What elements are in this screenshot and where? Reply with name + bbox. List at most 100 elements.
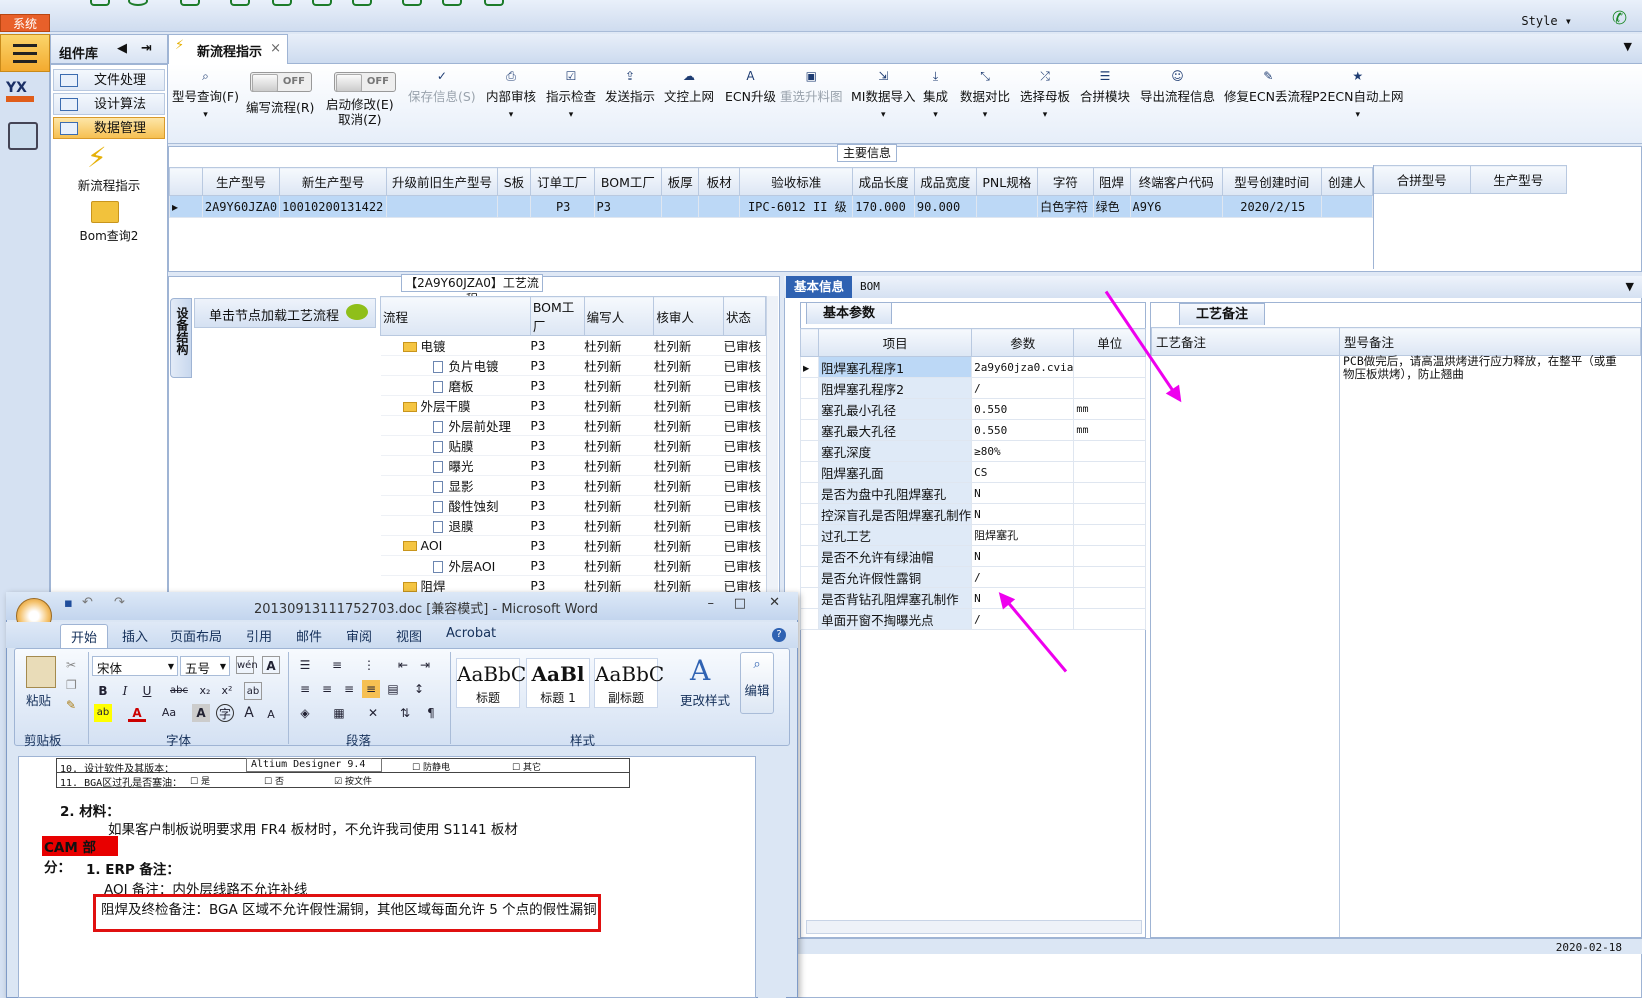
enclose-char-icon[interactable]: 字 — [216, 704, 234, 722]
table-cell[interactable] — [698, 195, 741, 218]
underline-icon[interactable]: U — [138, 682, 156, 700]
merge-module-button[interactable]: ☰ 合拼模块 — [1080, 70, 1130, 105]
table-cell[interactable]: IPC-6012 II 级 — [739, 195, 854, 218]
tree-row[interactable]: 电镀 P3 杜列新 杜列新 已审核 — [380, 335, 766, 356]
table-cell[interactable]: 已审核 — [723, 515, 766, 536]
param-value[interactable]: CS — [971, 461, 1075, 483]
param-name[interactable]: 塞孔深度 — [818, 440, 973, 462]
maximize-icon[interactable]: □ — [734, 596, 746, 611]
bold-icon[interactable]: B — [94, 682, 112, 700]
tree-row[interactable]: AOI P3 杜列新 杜列新 已审核 — [380, 535, 766, 556]
column-header[interactable]: 阻焊 — [1092, 167, 1131, 196]
scrollbar[interactable] — [766, 296, 778, 592]
italic-icon[interactable]: I — [116, 682, 134, 700]
tree-node[interactable]: 退膜 — [380, 515, 531, 536]
tree-row[interactable]: 磨板 P3 杜列新 杜列新 已审核 — [380, 375, 766, 396]
param-unit[interactable] — [1073, 482, 1146, 504]
paste-icon[interactable] — [26, 656, 56, 688]
table-cell[interactable]: 杜列新 — [653, 495, 724, 516]
cut-icon[interactable]: ✂ — [66, 658, 76, 672]
subscript-icon[interactable]: x₂ — [196, 682, 214, 700]
table-cell[interactable]: P3 — [530, 335, 585, 356]
param-name[interactable]: 控深盲孔是否阻焊塞孔制作 — [818, 503, 973, 525]
param-value[interactable]: N — [971, 482, 1075, 504]
param-row[interactable]: 阻焊塞孔程序2/ — [799, 377, 1146, 399]
tools-icon[interactable] — [230, 0, 250, 6]
param-unit[interactable]: mm — [1073, 419, 1146, 441]
param-unit[interactable] — [1073, 566, 1146, 588]
param-value[interactable]: 0.550 — [971, 398, 1075, 420]
ecn-upgrade-button[interactable]: A ECN升级 — [725, 70, 776, 105]
tree-row[interactable]: 贴膜 P3 杜列新 杜列新 已审核 — [380, 435, 766, 456]
format-painter-icon[interactable]: ✎ — [66, 698, 76, 712]
table-cell[interactable]: 杜列新 — [653, 555, 724, 576]
table-cell[interactable]: 杜列新 — [584, 455, 654, 476]
column-header[interactable]: 成品宽度 — [913, 167, 977, 196]
align-right-icon[interactable]: ≡ — [340, 680, 358, 698]
tree-node[interactable]: 负片电镀 — [380, 355, 531, 376]
table-cell[interactable]: 已审核 — [723, 535, 766, 556]
table-cell[interactable]: P3 — [530, 355, 585, 376]
paste-button[interactable]: 粘贴 — [26, 690, 51, 709]
column-header[interactable]: 状态 — [723, 296, 766, 336]
table-cell[interactable]: 杜列新 — [584, 335, 654, 356]
lock-icon[interactable] — [402, 0, 422, 6]
table-cell[interactable]: 杜列新 — [653, 375, 724, 396]
table-cell[interactable]: 已审核 — [723, 415, 766, 436]
table-cell[interactable]: 已审核 — [723, 395, 766, 416]
param-unit[interactable] — [1073, 356, 1146, 378]
style-dropdown[interactable]: Style ▾ — [1521, 14, 1572, 28]
tree-row[interactable]: 外层AOI P3 杜列新 杜列新 已审核 — [380, 555, 766, 576]
menu-icon[interactable] — [0, 34, 50, 72]
decrease-indent-icon[interactable]: ⇤ — [394, 656, 412, 674]
param-name[interactable]: 是否为盘中孔阻焊塞孔 — [818, 482, 973, 504]
param-value[interactable]: 2a9y60jza0.cvia — [971, 356, 1075, 378]
redo-icon[interactable]: ↷ — [114, 595, 125, 610]
clear-format-icon[interactable]: ab — [244, 682, 262, 700]
tree-node[interactable]: 贴膜 — [380, 435, 531, 456]
tree-row[interactable]: 显影 P3 杜列新 杜列新 已审核 — [380, 475, 766, 496]
table-cell[interactable]: 绿色 — [1092, 195, 1131, 218]
tab-layout[interactable]: 页面布局 — [170, 626, 222, 645]
tab-references[interactable]: 引用 — [246, 626, 272, 645]
param-unit[interactable] — [1073, 524, 1146, 546]
strikethrough-icon[interactable]: abc — [170, 682, 188, 700]
table-cell[interactable]: 已审核 — [723, 355, 766, 376]
column-header[interactable]: 生产型号 — [1469, 165, 1567, 194]
param-value[interactable]: N — [971, 587, 1075, 609]
param-row[interactable]: 是否允许假性露铜 / — [799, 566, 1146, 588]
table-cell[interactable]: 白色字符 — [1037, 195, 1094, 218]
export-process-button[interactable]: ☺ 导出流程信息 — [1140, 70, 1215, 105]
table-cell[interactable]: 杜列新 — [584, 375, 654, 396]
param-row[interactable]: 是否为盘中孔阻焊塞孔 N — [799, 482, 1146, 504]
data-compare-button[interactable]: ⤡ 数据对比 ▾ — [960, 70, 1010, 120]
bullets-icon[interactable]: ☰ — [296, 656, 314, 674]
table-cell[interactable]: P3 — [530, 535, 585, 556]
param-value[interactable]: 阻焊塞孔 — [971, 524, 1075, 546]
table-cell[interactable]: P3 — [530, 455, 585, 476]
tree-node[interactable]: AOI — [380, 535, 531, 556]
param-value[interactable]: / — [971, 566, 1075, 588]
font-select[interactable]: 宋体 ▼ — [92, 656, 178, 676]
column-header[interactable]: 板厚 — [661, 167, 700, 196]
line-spacing-icon[interactable]: ↕ — [410, 680, 428, 698]
tab-process-remark[interactable]: 工艺备注 — [1179, 303, 1266, 325]
tool-new-process[interactable]: 新流程指示 — [51, 175, 167, 194]
param-name[interactable]: 是否不允许有绿油帽 — [818, 545, 973, 567]
help-icon[interactable]: ? — [772, 628, 786, 642]
table-cell[interactable]: 杜列新 — [653, 415, 724, 436]
shading-icon[interactable]: ◈ — [296, 704, 314, 722]
column-header[interactable]: 板材 — [698, 167, 741, 196]
grid-icon[interactable] — [180, 0, 200, 6]
system-menu-button[interactable]: 系统 — [0, 14, 50, 32]
column-header[interactable]: 升级前旧生产型号 — [386, 167, 498, 196]
table-cell[interactable]: 杜列新 — [584, 355, 654, 376]
start-modify-toggle[interactable]: OFF — [334, 72, 396, 92]
table-cell[interactable]: P3 — [530, 515, 585, 536]
mi-import-button[interactable]: ⇲ MI数据导入 ▾ — [851, 70, 915, 120]
param-unit[interactable] — [1073, 503, 1146, 525]
table-cell[interactable]: 杜列新 — [584, 535, 654, 556]
table-cell[interactable]: 杜列新 — [653, 395, 724, 416]
tree-row[interactable]: 外层前处理 P3 杜列新 杜列新 已审核 — [380, 415, 766, 436]
tab-acrobat[interactable]: Acrobat — [446, 626, 496, 641]
